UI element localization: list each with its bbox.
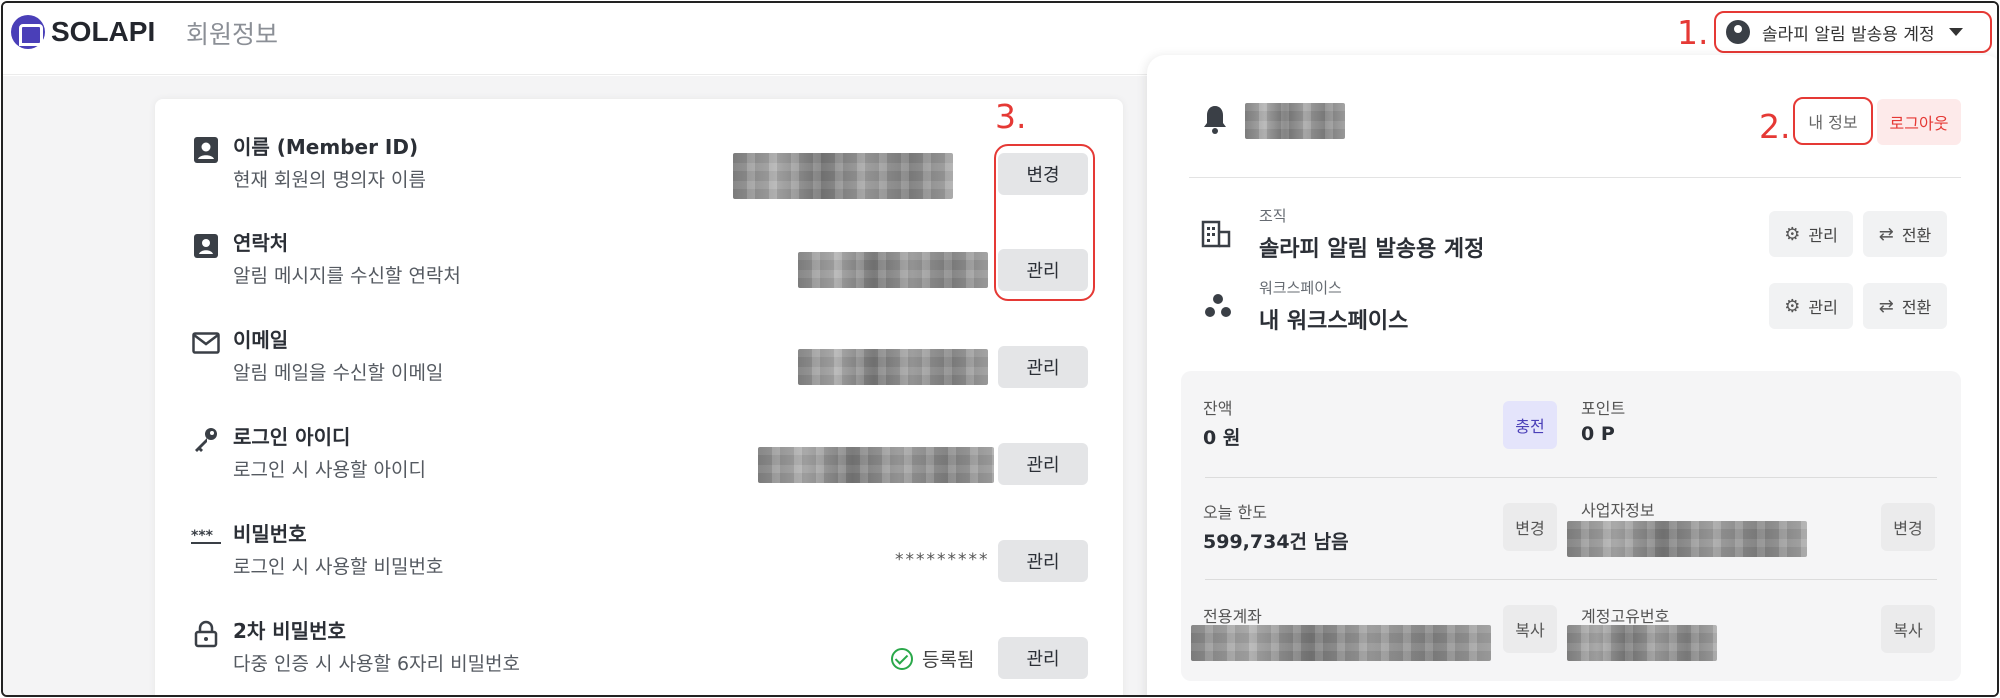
row-title: 연락처 bbox=[233, 231, 289, 255]
profile-row-contact: 연락처 알림 메시지를 수신할 연락처 관리 bbox=[155, 195, 1123, 291]
workspace-manage-button[interactable]: ⚙ 관리 bbox=[1769, 283, 1853, 329]
workspace-manage-label: 관리 bbox=[1808, 298, 1838, 317]
copy-dedicated-account-button[interactable]: 복사 bbox=[1503, 605, 1557, 653]
balance-label: 잔액 bbox=[1203, 399, 1233, 418]
business-info-label: 사업자정보 bbox=[1581, 501, 1655, 520]
daily-limit-label: 오늘 한도 bbox=[1203, 503, 1267, 522]
account-menu-label: 솔라피 알림 발송용 계정 bbox=[1762, 24, 1935, 45]
manage-password-button[interactable]: 관리 bbox=[998, 540, 1088, 582]
points-label: 포인트 bbox=[1581, 399, 1626, 418]
row-title: 이름 (Member ID) bbox=[233, 135, 419, 159]
redacted-login-id-value bbox=[758, 447, 994, 483]
building-icon bbox=[1201, 220, 1233, 252]
gear-icon: ⚙ bbox=[1784, 223, 1801, 245]
password-masked-value: ********* bbox=[895, 550, 990, 570]
profile-row-name: 이름 (Member ID) 현재 회원의 명의자 이름 변경 bbox=[155, 99, 1123, 199]
solapi-logo-icon bbox=[11, 15, 45, 49]
app-window: SOLAPI 회원정보 1. 솔라피 알림 발송용 계정 이름 (Member … bbox=[1, 1, 1999, 697]
organization-manage-button[interactable]: ⚙ 관리 bbox=[1769, 211, 1853, 257]
lock-icon bbox=[191, 619, 221, 649]
2fa-status-label: 등록됨 bbox=[922, 649, 975, 671]
account-id-label: 계정고유번호 bbox=[1581, 607, 1670, 626]
mail-icon bbox=[191, 328, 221, 358]
charge-button[interactable]: 충전 bbox=[1503, 401, 1557, 449]
points-value: 0 P bbox=[1581, 423, 1615, 445]
change-daily-limit-button[interactable]: 변경 bbox=[1503, 503, 1557, 551]
row-title: 비밀번호 bbox=[233, 522, 307, 546]
manage-login-id-button[interactable]: 관리 bbox=[998, 443, 1088, 485]
page-title: 회원정보 bbox=[186, 20, 279, 49]
chevron-down-icon bbox=[1948, 28, 1963, 36]
swap-arrows-icon: ⇄ bbox=[1878, 295, 1894, 317]
bell-icon[interactable] bbox=[1201, 103, 1229, 139]
redacted-name-value bbox=[733, 153, 953, 199]
workspace-switch-label: 전환 bbox=[1901, 298, 1932, 317]
redacted-user-name bbox=[1245, 103, 1345, 139]
row-description: 알림 메일을 수신할 이메일 bbox=[233, 362, 444, 384]
redacted-dedicated-account bbox=[1191, 625, 1491, 661]
row-description: 다중 인증 시 사용할 6자리 비밀번호 bbox=[233, 653, 521, 675]
profile-row-2fa: 2차 비밀번호 다중 인증 시 사용할 6자리 비밀번호 등록됨 관리 bbox=[155, 583, 1123, 679]
step-3-marker: 3. bbox=[995, 97, 1027, 136]
workspace-dots-icon bbox=[1203, 293, 1233, 323]
balance-value: 0 원 bbox=[1203, 427, 1241, 449]
user-avatar-icon bbox=[1726, 20, 1750, 44]
step-2-marker: 2. bbox=[1759, 107, 1791, 146]
profile-row-password: *** 비밀번호 로그인 시 사용할 비밀번호 ********* 관리 bbox=[155, 486, 1123, 582]
organization-label: 조직 bbox=[1259, 207, 1287, 225]
step-3-highlight bbox=[994, 144, 1095, 301]
account-stats: 잔액 0 원 충전 포인트 0 P 오늘 한도 599,734건 남음 변경 사… bbox=[1181, 371, 1961, 681]
organization-switch-button[interactable]: ⇄ 전환 bbox=[1863, 211, 1947, 257]
contact-card-icon bbox=[191, 231, 221, 261]
step-1-marker: 1. bbox=[1677, 13, 1709, 52]
key-icon bbox=[191, 425, 221, 455]
daily-limit-value: 599,734건 남음 bbox=[1203, 531, 1349, 553]
panel-divider bbox=[1189, 177, 1961, 178]
organization-name: 솔라피 알림 발송용 계정 bbox=[1259, 237, 1485, 262]
organization-manage-label: 관리 bbox=[1808, 226, 1838, 245]
check-circle-icon bbox=[891, 647, 913, 670]
workspace-label: 워크스페이스 bbox=[1259, 279, 1342, 297]
profile-card: 이름 (Member ID) 현재 회원의 명의자 이름 변경 연락처 알림 메… bbox=[155, 99, 1123, 695]
svg-text:***: *** bbox=[191, 529, 214, 544]
row-description: 현재 회원의 명의자 이름 bbox=[233, 169, 426, 191]
redacted-account-id bbox=[1567, 625, 1717, 661]
swap-arrows-icon: ⇄ bbox=[1878, 223, 1894, 245]
account-menu-button[interactable]: 솔라피 알림 발송용 계정 bbox=[1714, 11, 1992, 53]
organization-switch-label: 전환 bbox=[1901, 226, 1932, 245]
logout-button[interactable]: 로그아웃 bbox=[1877, 99, 1961, 145]
gear-icon: ⚙ bbox=[1784, 295, 1801, 317]
copy-account-id-button[interactable]: 복사 bbox=[1881, 605, 1935, 653]
stats-divider bbox=[1205, 579, 1937, 580]
row-description: 로그인 시 사용할 비밀번호 bbox=[233, 556, 444, 578]
change-business-info-button[interactable]: 변경 bbox=[1881, 503, 1935, 551]
manage-2fa-button[interactable]: 관리 bbox=[998, 637, 1088, 679]
logo-text: SOLAPI bbox=[51, 16, 156, 47]
workspace-name: 내 워크스페이스 bbox=[1259, 309, 1409, 334]
password-icon: *** bbox=[191, 522, 221, 552]
profile-row-login-id: 로그인 아이디 로그인 시 사용할 아이디 관리 bbox=[155, 389, 1123, 485]
redacted-business-info bbox=[1567, 521, 1807, 557]
stats-divider bbox=[1205, 477, 1937, 478]
row-title: 2차 비밀번호 bbox=[233, 619, 346, 643]
row-description: 로그인 시 사용할 아이디 bbox=[233, 459, 426, 481]
account-panel: 2. 내 정보 로그아웃 조직 솔라피 알림 발송용 계정 ⚙ 관리 ⇄ 전환 … bbox=[1147, 55, 1997, 695]
solapi-logo[interactable]: SOLAPI bbox=[11, 15, 155, 49]
row-description: 알림 메시지를 수신할 연락처 bbox=[233, 265, 461, 287]
2fa-status: 등록됨 bbox=[891, 645, 974, 672]
redacted-contact-value bbox=[798, 252, 988, 288]
profile-row-email: 이메일 알림 메일을 수신할 이메일 관리 bbox=[155, 292, 1123, 388]
manage-email-button[interactable]: 관리 bbox=[998, 346, 1088, 388]
person-badge-icon bbox=[191, 135, 221, 165]
dedicated-account-label: 전용계좌 bbox=[1203, 607, 1262, 626]
row-title: 이메일 bbox=[233, 328, 289, 352]
my-info-button[interactable]: 내 정보 bbox=[1793, 97, 1873, 145]
workspace-switch-button[interactable]: ⇄ 전환 bbox=[1863, 283, 1947, 329]
row-title: 로그인 아이디 bbox=[233, 425, 351, 449]
redacted-email-value bbox=[798, 349, 988, 385]
